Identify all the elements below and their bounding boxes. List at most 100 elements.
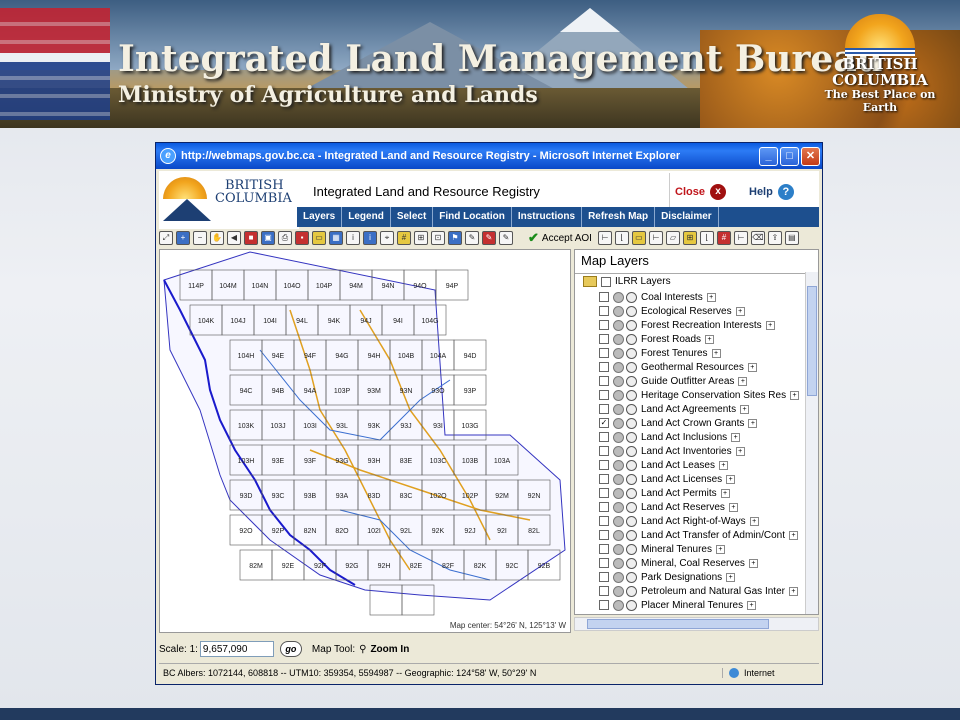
info-icon[interactable] xyxy=(613,571,624,583)
layer-checkbox[interactable] xyxy=(599,502,609,512)
menu-item-select[interactable]: Select xyxy=(391,207,434,227)
select-icon[interactable]: ⌖ xyxy=(380,231,394,245)
layer-checkbox[interactable] xyxy=(599,600,609,610)
zoom-out-icon[interactable]: − xyxy=(193,231,207,245)
layer-checkbox[interactable] xyxy=(599,572,609,582)
info-icon[interactable] xyxy=(613,291,624,303)
layer-item[interactable]: Land Act Inclusions + xyxy=(599,430,809,444)
zoom-to-layer-icon[interactable] xyxy=(626,473,637,485)
overview-icon[interactable]: ▣ xyxy=(261,231,275,245)
zoom-to-layer-icon[interactable] xyxy=(626,571,637,583)
layer-checkbox[interactable] xyxy=(599,376,609,386)
expand-icon[interactable]: + xyxy=(726,474,736,484)
layers-vertical-scrollbar[interactable] xyxy=(805,272,818,614)
info-icon[interactable] xyxy=(613,445,624,457)
menu-item-refresh-map[interactable]: Refresh Map xyxy=(582,207,656,227)
layer-checkbox[interactable] xyxy=(599,558,609,568)
aoi-tool-icon[interactable]: ⊢ xyxy=(597,231,612,245)
zoom-to-layer-icon[interactable] xyxy=(626,403,637,415)
layer-item[interactable]: ✓ Land Act Crown Grants + xyxy=(599,416,809,430)
app-close-button[interactable]: Close x xyxy=(675,184,726,200)
export-icon[interactable]: ⇪ xyxy=(767,231,782,245)
layer-checkbox[interactable] xyxy=(599,530,609,540)
minimize-button[interactable]: _ xyxy=(759,146,778,166)
aoi-tool-icon[interactable]: ⌊ xyxy=(699,231,714,245)
aoi-tool-icon[interactable]: ⊢ xyxy=(733,231,748,245)
layer-item[interactable]: Placer Mineral Tenures + xyxy=(599,598,809,612)
expand-icon[interactable]: + xyxy=(728,502,738,512)
info-icon[interactable] xyxy=(613,599,624,611)
go-button[interactable]: go xyxy=(279,641,302,657)
aoi-tool-icon[interactable]: # xyxy=(716,231,731,245)
expand-icon[interactable]: + xyxy=(720,488,730,498)
print-icon[interactable]: ⎙ xyxy=(278,231,292,245)
info-icon[interactable] xyxy=(613,459,624,471)
zoom-to-layer-icon[interactable] xyxy=(626,319,637,331)
layer-item[interactable]: Mineral, Coal Reserves + xyxy=(599,556,809,570)
layer-checkbox[interactable] xyxy=(599,432,609,442)
layer-checkbox[interactable]: ✓ xyxy=(599,418,609,428)
layer-item[interactable]: Land Act Right-of-Ways + xyxy=(599,514,809,528)
browser-titlebar[interactable]: e http://webmaps.gov.bc.ca - Integrated … xyxy=(156,143,822,169)
zoom-to-layer-icon[interactable] xyxy=(626,417,637,429)
zoom-to-layer-icon[interactable] xyxy=(626,585,637,597)
info-icon[interactable] xyxy=(613,543,624,555)
menu-item-legend[interactable]: Legend xyxy=(342,207,391,227)
layer-item[interactable]: Guide Outfitter Areas + xyxy=(599,374,809,388)
expand-icon[interactable]: + xyxy=(705,334,715,344)
expand-icon[interactable]: + xyxy=(740,404,750,414)
menu-item-layers[interactable]: Layers xyxy=(297,207,343,227)
layer-checkbox[interactable] xyxy=(599,446,609,456)
menu-item-disclaimer[interactable]: Disclaimer xyxy=(655,207,719,227)
expand-icon[interactable]: + xyxy=(711,348,721,358)
scale-input[interactable] xyxy=(199,641,274,657)
info-icon[interactable] xyxy=(613,431,624,443)
zoom-to-layer-icon[interactable] xyxy=(626,431,637,443)
zoom-to-layer-icon[interactable] xyxy=(626,529,637,541)
zoom-to-layer-icon[interactable] xyxy=(626,361,637,373)
identify-icon[interactable]: i xyxy=(346,231,360,245)
buffer-icon[interactable]: ⊡ xyxy=(431,231,445,245)
zoom-to-layer-icon[interactable] xyxy=(626,389,637,401)
expand-icon[interactable]: + xyxy=(788,586,798,596)
expand-icon[interactable]: + xyxy=(790,390,800,400)
layer-checkbox[interactable] xyxy=(599,348,609,358)
aoi-tool-icon[interactable]: ⌊ xyxy=(614,231,629,245)
aoi-tool-icon[interactable]: ⊞ xyxy=(682,231,697,245)
layer-item[interactable]: Ecological Reserves + xyxy=(599,304,809,318)
measure-icon[interactable]: ⊞ xyxy=(414,231,428,245)
expand-icon[interactable]: + xyxy=(718,460,728,470)
layer-checkbox[interactable] xyxy=(599,516,609,526)
zoom-previous-icon[interactable]: ◀ xyxy=(227,231,241,245)
layer-item[interactable]: Land Act Licenses + xyxy=(599,472,809,486)
layer-checkbox[interactable] xyxy=(599,586,609,596)
layer-item[interactable]: Park Designations + xyxy=(599,570,809,584)
info-icon[interactable] xyxy=(613,417,624,429)
info-icon[interactable]: i xyxy=(363,231,377,245)
scrollbar-thumb[interactable] xyxy=(587,619,769,629)
query-icon[interactable]: ▦ xyxy=(329,231,343,245)
expand-icon[interactable]: + xyxy=(735,446,745,456)
info-icon[interactable] xyxy=(613,515,624,527)
draw-line-icon[interactable]: ✎ xyxy=(482,231,496,245)
aoi-tool-icon[interactable]: ⊢ xyxy=(648,231,663,245)
full-extent-icon[interactable]: ⤢ xyxy=(159,231,173,245)
locate-icon[interactable]: ⚑ xyxy=(448,231,462,245)
zoom-in-icon[interactable]: + xyxy=(176,231,190,245)
layer-item[interactable]: Geothermal Resources + xyxy=(599,360,809,374)
layer-item[interactable]: Forest Tenures + xyxy=(599,346,809,360)
zoom-to-layer-icon[interactable] xyxy=(626,459,637,471)
layer-checkbox[interactable] xyxy=(599,292,609,302)
expand-icon[interactable]: + xyxy=(738,376,748,386)
maximize-button[interactable]: □ xyxy=(780,146,799,166)
zoom-to-layer-icon[interactable] xyxy=(626,445,637,457)
zoom-to-layer-icon[interactable] xyxy=(626,347,637,359)
info-icon[interactable] xyxy=(613,403,624,415)
help-button[interactable]: Help ? xyxy=(749,184,794,200)
expand-icon[interactable]: + xyxy=(788,530,798,540)
open-icon[interactable]: ▭ xyxy=(312,231,326,245)
save-icon[interactable]: ▪ xyxy=(295,231,309,245)
layer-checkbox[interactable] xyxy=(599,334,609,344)
layer-item[interactable]: Forest Recreation Interests + xyxy=(599,318,809,332)
eraser-icon[interactable]: ⌫ xyxy=(750,231,765,245)
